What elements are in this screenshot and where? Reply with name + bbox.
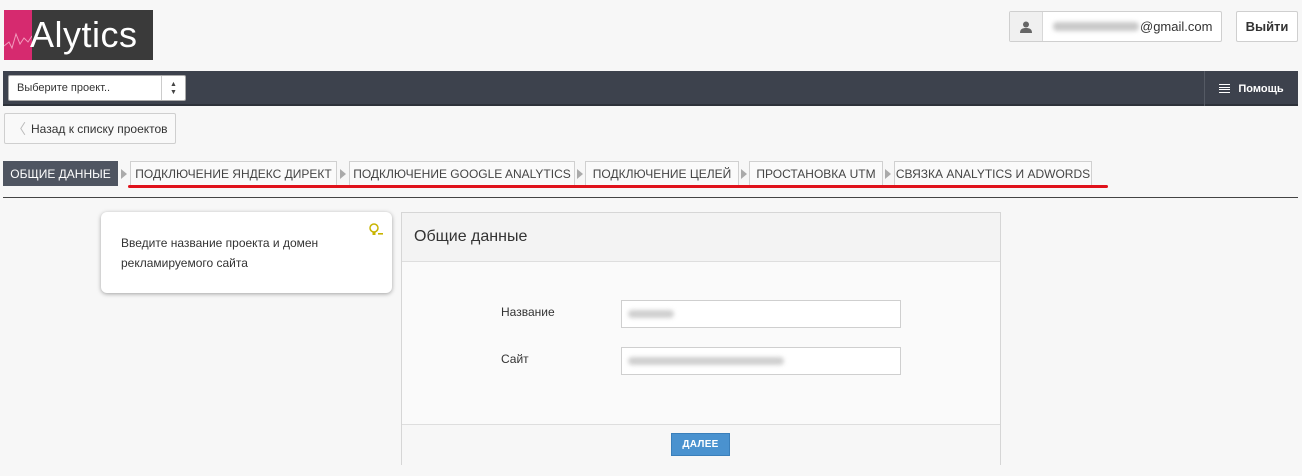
step-general-data[interactable]: ОБЩИЕ ДАННЫЕ bbox=[3, 161, 118, 186]
back-to-projects-button[interactable]: 〈 Назад к списку проектов bbox=[4, 113, 176, 144]
logo-text: Alytics bbox=[30, 14, 138, 55]
hint-text: Введите название проекта и домен реклами… bbox=[121, 236, 319, 270]
user-email: @gmail.com bbox=[1043, 19, 1221, 34]
site-input[interactable] bbox=[621, 347, 901, 375]
back-label: Назад к списку проектов bbox=[31, 121, 168, 136]
project-select-placeholder: Выберите проект.. bbox=[17, 82, 111, 94]
select-arrows-icon: ▲ ▼ bbox=[161, 76, 185, 100]
step-utm[interactable]: ПРОСТАНОВКА UTM bbox=[749, 161, 883, 186]
help-label: Помощь bbox=[1238, 82, 1284, 95]
general-data-panel: Общие данные Название Сайт ДАЛЕЕ bbox=[401, 212, 1001, 465]
chevron-left-icon: 〈 bbox=[12, 120, 26, 137]
project-select[interactable]: Выберите проект.. ▲ ▼ bbox=[8, 75, 186, 101]
logo-mark bbox=[4, 10, 32, 60]
logo[interactable]: Alytics bbox=[4, 10, 153, 60]
toolbar: Выберите проект.. ▲ ▼ Помощь bbox=[3, 71, 1298, 106]
redacted-value bbox=[628, 310, 674, 318]
step-google-analytics[interactable]: ПОДКЛЮЧЕНИЕ GOOGLE ANALYTICS bbox=[349, 161, 575, 186]
user-email-domain: @gmail.com bbox=[1140, 19, 1213, 34]
user-icon bbox=[1010, 12, 1043, 41]
redacted-username bbox=[1053, 22, 1139, 31]
panel-footer: ДАЛЕЕ bbox=[402, 424, 1000, 465]
menu-icon bbox=[1219, 84, 1231, 93]
step-yandex-direct[interactable]: ПОДКЛЮЧЕНИЕ ЯНДЕКС ДИРЕКТ bbox=[130, 161, 337, 186]
site-label: Сайт bbox=[501, 352, 529, 366]
step-arrow-icon bbox=[885, 169, 891, 179]
step-arrow-icon bbox=[577, 169, 583, 179]
next-button[interactable]: ДАЛЕЕ bbox=[671, 433, 730, 456]
lightbulb-icon bbox=[369, 223, 383, 235]
step-goals[interactable]: ПОДКЛЮЧЕНИЕ ЦЕЛЕЙ bbox=[585, 161, 739, 186]
step-arrow-icon bbox=[741, 169, 747, 179]
redacted-value bbox=[628, 357, 784, 365]
hint-tooltip: Введите название проекта и домен реклами… bbox=[101, 212, 392, 293]
logout-button[interactable]: Выйти bbox=[1236, 11, 1298, 42]
divider bbox=[3, 197, 1298, 198]
panel-title: Общие данные bbox=[402, 213, 1000, 262]
name-label: Название bbox=[501, 305, 555, 319]
help-button[interactable]: Помощь bbox=[1204, 71, 1298, 106]
step-analytics-adwords[interactable]: СВЯЗКА ANALYTICS И ADWORDS bbox=[894, 161, 1092, 186]
step-arrow-icon bbox=[340, 169, 346, 179]
name-input[interactable] bbox=[621, 300, 901, 328]
chart-line-icon bbox=[4, 32, 32, 50]
user-account[interactable]: @gmail.com bbox=[1009, 11, 1222, 42]
step-arrow-icon bbox=[121, 169, 127, 179]
red-underline-annotation bbox=[128, 185, 1108, 188]
